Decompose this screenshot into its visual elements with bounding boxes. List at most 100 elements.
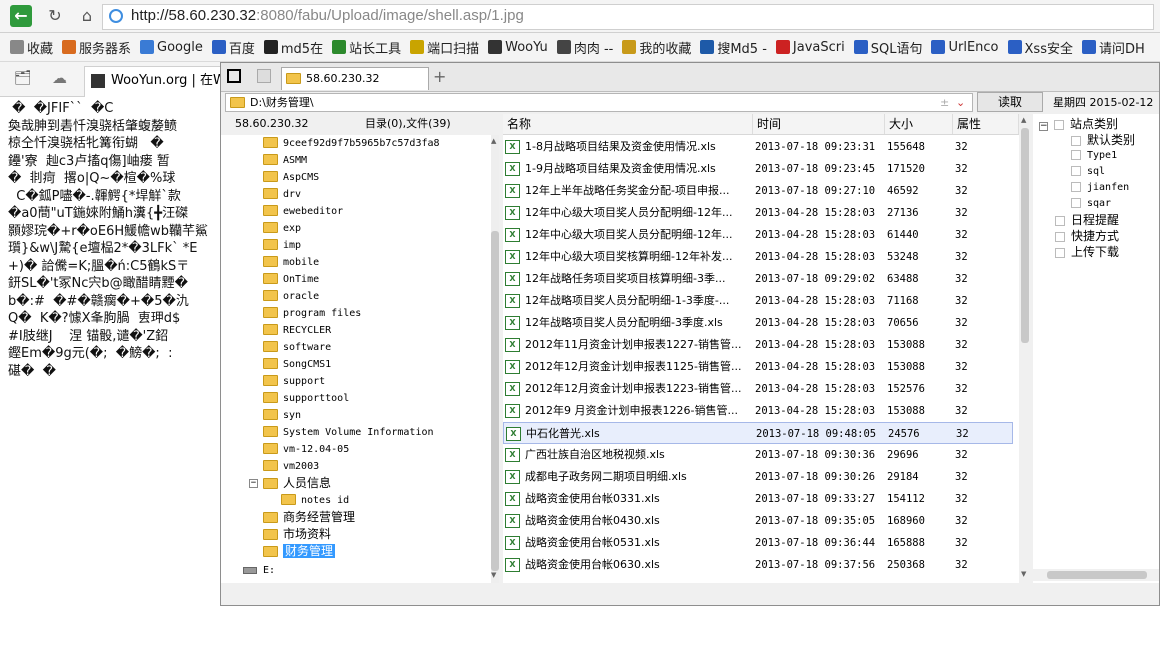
tree-item[interactable]: syn — [263, 407, 301, 424]
tree-item[interactable]: OnTime — [263, 271, 319, 288]
col-time-header[interactable]: 时间 — [753, 114, 885, 134]
col-size-header[interactable]: 大小 — [885, 114, 953, 134]
checkbox-icon[interactable] — [1071, 150, 1081, 160]
bookmark-item[interactable]: 我的收藏 — [622, 33, 691, 61]
right-panel-hscroll-thumb[interactable] — [1047, 571, 1147, 579]
table-row[interactable]: X 12年中心级大项目奖人员分配明细-12年... 2013-04-28 15:28… — [503, 202, 1013, 224]
bookmark-item[interactable]: Google — [140, 33, 203, 61]
table-row[interactable]: X 2012年11月资金计划申报表1227-销售管... 2013-04-28 15… — [503, 334, 1013, 356]
sidebar-toggle-icon[interactable]: 🗂 — [14, 70, 32, 86]
table-row[interactable]: X 战略资金使用台帐0331.xls 2013-07-18 09:33:27 1541… — [503, 488, 1013, 510]
tree-item[interactable]: 商务经营管理 — [263, 509, 355, 526]
scroll-down-icon[interactable]: ▼ — [1021, 570, 1026, 578]
table-row[interactable]: X 1-9月战略项目结果及资金使用情况.xls 2013-07-18 09:23:4… — [503, 158, 1013, 180]
collapse-icon[interactable]: − — [249, 479, 258, 488]
tree-item[interactable]: ewebeditor — [263, 203, 343, 220]
table-row[interactable]: X 2012年9 月资金计划申报表1226-销售管... 2013-04-28 15… — [503, 400, 1013, 422]
tree-item[interactable]: oracle — [263, 288, 319, 305]
tree-scroll-thumb[interactable] — [491, 231, 499, 571]
tree-item[interactable]: vm-12.04-05 — [263, 441, 349, 458]
file-list-scroll-thumb[interactable] — [1021, 128, 1029, 343]
tree-item[interactable]: 财务管理 — [263, 543, 336, 560]
site-type-item[interactable]: sql — [1071, 164, 1105, 180]
tree-item[interactable]: program files — [263, 305, 361, 322]
table-row[interactable]: X 12年上半年战略任务奖金分配-项目申报... 2013-07-18 09:27:… — [503, 180, 1013, 202]
fm-tab[interactable]: 58.60.230.32 — [281, 67, 429, 90]
bookmark-item[interactable]: 搜Md5 - — [700, 33, 767, 61]
bookmark-item[interactable]: 百度 — [211, 33, 255, 61]
tree-item[interactable]: supporttool — [263, 390, 349, 407]
bookmark-item[interactable]: Xss安全 — [1007, 33, 1073, 61]
tree-item[interactable]: System Volume Information — [263, 424, 434, 441]
bookmark-item[interactable]: 肉肉 -- — [556, 33, 613, 61]
table-row[interactable]: X 2012年12月资金计划申报表1125-销售管... 2013-04-28 15… — [503, 356, 1013, 378]
table-row[interactable]: X 1-8月战略项目结果及资金使用情况.xls 2013-07-18 09:23:3… — [503, 136, 1013, 158]
tree-item[interactable]: mobile — [263, 254, 319, 271]
tree-item[interactable]: 9ceef92d9f7b5965b7c57d3fa8 — [263, 135, 440, 152]
table-row[interactable]: X 12年战略任务项目奖项目核算明细-3季... 2013-07-18 09:29:… — [503, 268, 1013, 290]
tree-scrollbar[interactable]: ▲ ▼ — [491, 135, 499, 583]
bookmark-item[interactable]: 服务器系 — [62, 33, 131, 61]
cloud-icon[interactable]: ☁ — [52, 69, 67, 87]
tree-item[interactable]: exp — [263, 220, 301, 237]
scroll-up-icon[interactable]: ▲ — [491, 137, 496, 145]
scroll-up-icon[interactable]: ▲ — [1021, 116, 1026, 124]
table-row[interactable]: X 12年战略项目奖人员分配明细-1-3季度-... 2013-04-28 15:2… — [503, 290, 1013, 312]
site-type-item[interactable]: Type1 — [1071, 148, 1117, 164]
bookmark-item[interactable]: 收藏 — [10, 33, 53, 61]
tree-item[interactable]: 市场资料 — [263, 526, 331, 543]
file-list-scrollbar[interactable]: ▲ ▼ — [1019, 114, 1031, 583]
table-row[interactable]: X 战略资金使用台帐0430.xls 2013-07-18 09:35:05 1689… — [503, 510, 1013, 532]
tree-item[interactable]: vm2003 — [263, 458, 319, 475]
site-type-item[interactable]: 默认类别 — [1071, 132, 1135, 148]
window-inactive-icon[interactable] — [257, 69, 271, 83]
path-input[interactable]: D:\财务管理\ ± ⌄ — [225, 93, 973, 112]
window-icon[interactable] — [227, 69, 241, 83]
checkbox-icon[interactable] — [1071, 182, 1081, 192]
site-types-node[interactable]: − 站点类别 — [1039, 116, 1118, 132]
table-row[interactable]: X 广西壮族自治区地税视频.xls 2013-07-18 09:30:36 29696… — [503, 444, 1013, 466]
home-icon[interactable]: ⌂ — [76, 5, 98, 27]
checkbox-icon[interactable] — [1071, 166, 1081, 176]
table-row[interactable]: X 战略资金使用台帐0630.xls 2013-07-18 09:37:56 2503… — [503, 554, 1013, 576]
checkbox-icon[interactable] — [1054, 119, 1064, 130]
table-row[interactable]: X 2012年12月资金计划申报表1223-销售管... 2013-04-28 15… — [503, 378, 1013, 400]
tree-item[interactable]: support — [263, 373, 325, 390]
checkbox-icon[interactable] — [1055, 231, 1065, 242]
site-type-item[interactable]: jianfen — [1071, 180, 1129, 196]
tree-item[interactable]: imp — [263, 237, 301, 254]
bookmark-item[interactable]: md5在 — [263, 33, 323, 61]
chevron-down-icon[interactable]: ⌄ — [956, 94, 965, 111]
table-row[interactable]: X 中石化普光.xls 2013-07-18 09:48:05 24576 32 — [503, 422, 1013, 444]
tab-wooyun[interactable]: WooYun.org | 在W — [84, 66, 236, 97]
col-attr-header[interactable]: 属性 — [953, 114, 1019, 134]
table-row[interactable]: X 12年中心级大项目奖人员分配明细-12年... 2013-04-28 15:28… — [503, 224, 1013, 246]
collapse-icon[interactable]: − — [1039, 122, 1048, 131]
new-tab-button[interactable]: + — [433, 67, 446, 86]
back-button[interactable]: ← — [10, 5, 32, 27]
tree-item-people[interactable]: 人员信息 — [263, 475, 331, 492]
bookmark-item[interactable]: 请问DH — [1081, 33, 1145, 61]
upload-node[interactable]: 上传下载 — [1055, 244, 1119, 260]
checkbox-icon[interactable] — [1055, 215, 1065, 226]
checkbox-icon[interactable] — [1055, 247, 1065, 258]
bookmark-item[interactable]: 站长工具 — [332, 33, 401, 61]
tree-item[interactable]: AspCMS — [263, 169, 319, 186]
bookmark-item[interactable]: SQL语句 — [853, 33, 922, 61]
tree-item-notes[interactable]: notes id — [281, 492, 349, 509]
tree-item[interactable]: RECYCLER — [263, 322, 331, 339]
checkbox-icon[interactable] — [1071, 135, 1081, 146]
tree-item[interactable]: drv — [263, 186, 301, 203]
reload-icon[interactable]: ↻ — [44, 5, 66, 27]
bookmark-item[interactable]: JavaScri — [775, 33, 845, 61]
bookmark-item[interactable]: UrlEnco — [931, 33, 999, 61]
right-panel-hscrollbar[interactable] — [1033, 569, 1159, 581]
table-row[interactable]: X 成都电子政务网二期项目明细.xls 2013-07-18 09:30:26 291… — [503, 466, 1013, 488]
tree-item[interactable]: software — [263, 339, 331, 356]
table-row[interactable]: X 12年中心级大项目奖核算明细-12年补发... 2013-04-28 15:28… — [503, 246, 1013, 268]
bookmark-item[interactable]: 端口扫描 — [410, 33, 479, 61]
shortcut-node[interactable]: 快捷方式 — [1055, 228, 1119, 244]
scroll-down-icon[interactable]: ▼ — [491, 571, 496, 579]
table-row[interactable]: X 12年战略项目奖人员分配明细-3季度.xls 2013-04-28 15:28:… — [503, 312, 1013, 334]
read-button[interactable]: 读取 — [977, 92, 1043, 112]
